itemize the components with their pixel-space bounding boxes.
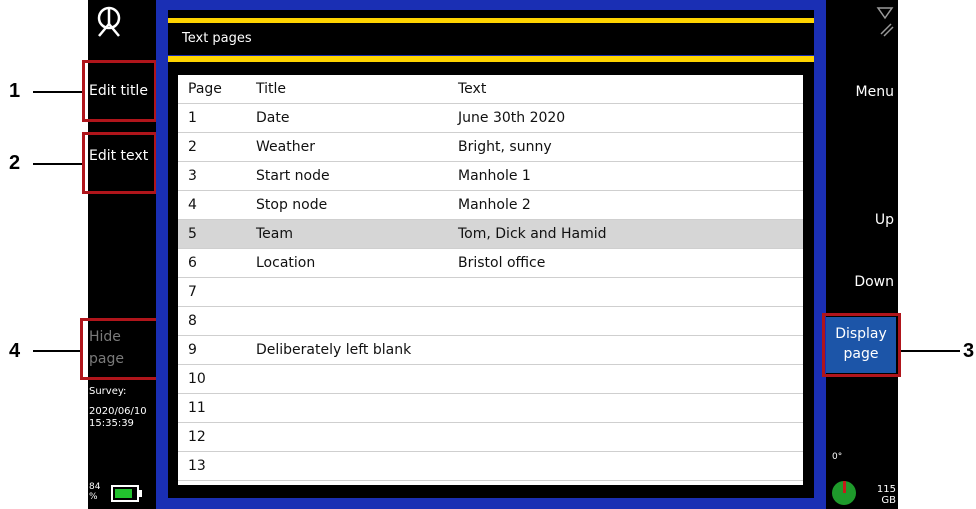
row-title: Weather (256, 139, 315, 155)
table-row[interactable]: 9 Deliberately left blank (178, 336, 803, 365)
disk-free-unit: GB (881, 495, 896, 506)
battery-fill (115, 489, 132, 498)
survey-time: 15:35:39 (89, 418, 134, 429)
row-page: 12 (188, 429, 206, 445)
disk-free-readout: 115 GB (872, 484, 896, 506)
down-softkey[interactable]: Down (830, 274, 894, 290)
row-text: June 30th 2020 (458, 110, 566, 126)
right-softkey-panel (826, 0, 898, 509)
table-header-row: Page Title Text (178, 75, 803, 104)
survey-label: Survey: (89, 386, 127, 397)
row-page: 13 (188, 458, 206, 474)
survey-date: 2020/06/10 (89, 406, 147, 417)
row-text: Manhole 2 (458, 197, 531, 213)
row-title: Start node (256, 168, 330, 184)
row-page: 11 (188, 400, 206, 416)
row-text: Bright, sunny (458, 139, 552, 155)
disk-space-icon (832, 481, 856, 505)
battery-tip (139, 490, 142, 497)
row-title: Deliberately left blank (256, 342, 412, 358)
callout-4: 4 (9, 340, 21, 362)
up-softkey[interactable]: Up (830, 212, 894, 228)
table-row[interactable]: 10 (178, 365, 803, 394)
column-header-title: Title (256, 81, 287, 97)
callout-4-line (33, 350, 83, 352)
table-row[interactable]: 1 Date June 30th 2020 (178, 104, 803, 133)
menu-softkey[interactable]: Menu (830, 84, 894, 100)
callout-1: 1 (9, 80, 21, 102)
row-title: Team (256, 226, 294, 242)
edit-text-highlight (82, 132, 157, 194)
row-page: 9 (188, 342, 197, 358)
row-text: Manhole 1 (458, 168, 531, 184)
hide-page-highlight (80, 318, 160, 380)
row-page: 8 (188, 313, 197, 329)
column-header-page: Page (188, 81, 222, 97)
column-header-text: Text (458, 81, 487, 97)
gps-signal-icon (876, 7, 894, 37)
row-page: 7 (188, 284, 197, 300)
table-row[interactable]: 8 (178, 307, 803, 336)
row-page: 6 (188, 255, 197, 271)
table-row[interactable]: 7 (178, 278, 803, 307)
row-page: 4 (188, 197, 197, 213)
callout-3-line (898, 350, 960, 352)
table-row[interactable]: 2 Weather Bright, sunny (178, 133, 803, 162)
callout-1-line (33, 91, 83, 93)
battery-percent-unit: % (89, 492, 98, 502)
callout-3: 3 (963, 340, 975, 362)
table-row[interactable]: 5 Team Tom, Dick and Hamid (178, 220, 803, 249)
callout-2-line (33, 163, 83, 165)
battery-percent: 84 % (89, 482, 100, 502)
table-row[interactable]: 3 Start node Manhole 1 (178, 162, 803, 191)
row-page: 3 (188, 168, 197, 184)
table-row[interactable]: 6 Location Bristol office (178, 249, 803, 278)
row-page: 10 (188, 371, 206, 387)
heading-readout: 0° (832, 452, 843, 462)
table-row[interactable]: 12 (178, 423, 803, 452)
disk-used-wedge (843, 481, 846, 493)
row-title: Date (256, 110, 290, 126)
battery-percent-value: 84 (89, 482, 101, 492)
row-page: 1 (188, 110, 197, 126)
table-row[interactable]: 4 Stop node Manhole 2 (178, 191, 803, 220)
text-pages-table: Page Title Text 1 Date June 30th 2020 2 … (178, 75, 803, 485)
display-page-highlight (822, 313, 901, 377)
page-title: Text pages (182, 31, 252, 46)
row-title: Location (256, 255, 316, 271)
edit-title-highlight (82, 60, 157, 122)
disk-free-value: 115 (876, 484, 896, 495)
header-bar (168, 10, 814, 55)
row-text: Bristol office (458, 255, 546, 271)
row-page: 2 (188, 139, 197, 155)
company-logo-icon (97, 6, 121, 37)
row-text: Tom, Dick and Hamid (458, 226, 607, 242)
battery-icon (111, 485, 139, 502)
callout-2: 2 (9, 152, 21, 174)
header-accent-top (168, 18, 814, 23)
table-row[interactable]: 11 (178, 394, 803, 423)
table-row[interactable]: 13 (178, 452, 803, 481)
row-title: Stop node (256, 197, 328, 213)
row-page: 5 (188, 226, 197, 242)
